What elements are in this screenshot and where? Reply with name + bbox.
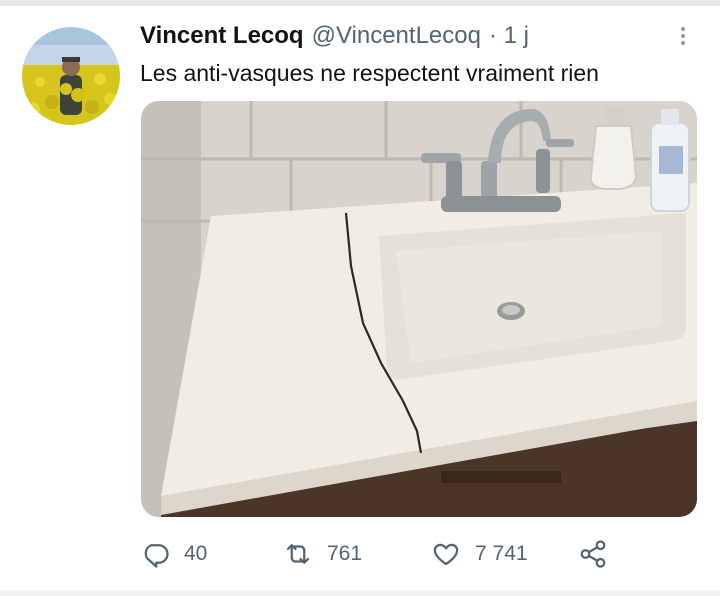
tweet-header: Vincent Lecoq @VincentLecoq · 1 j bbox=[140, 22, 670, 54]
retweet-button[interactable]: 761 bbox=[283, 534, 362, 574]
tweet-photo[interactable] bbox=[141, 101, 697, 517]
avatar[interactable] bbox=[22, 27, 120, 125]
retweet-icon bbox=[286, 544, 310, 564]
like-count: 7 741 bbox=[475, 542, 528, 565]
sink-photo bbox=[141, 101, 697, 517]
tweet-timestamp[interactable]: · 1 j bbox=[489, 22, 529, 50]
share-button[interactable] bbox=[578, 534, 608, 574]
reply-icon bbox=[144, 544, 169, 568]
retweet-count: 761 bbox=[327, 542, 363, 565]
avatar-photo bbox=[22, 27, 120, 125]
top-divider bbox=[0, 0, 720, 6]
tweet-actions: 40 761 7 741 bbox=[140, 534, 640, 574]
author-handle[interactable]: @VincentLecoq bbox=[312, 22, 481, 50]
bottom-divider bbox=[0, 590, 720, 596]
reply-count: 40 bbox=[184, 542, 208, 565]
more-vertical-icon[interactable] bbox=[676, 24, 690, 50]
reply-button[interactable]: 40 bbox=[140, 534, 207, 574]
tweet-text: Les anti-vasques ne respectent vraiment … bbox=[140, 60, 599, 86]
share-icon bbox=[580, 540, 606, 568]
author-name[interactable]: Vincent Lecoq bbox=[140, 22, 304, 50]
heart-icon bbox=[433, 543, 459, 566]
like-button[interactable]: 7 741 bbox=[431, 534, 528, 574]
